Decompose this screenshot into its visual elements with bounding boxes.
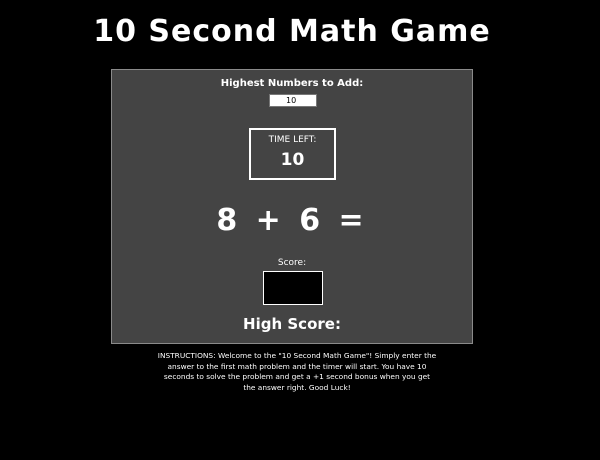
timer-box: TIME LEFT: 10 (249, 128, 336, 180)
game-page: 10 Second Math Game Highest Numbers to A… (0, 0, 600, 460)
score-label: Score: (277, 258, 307, 268)
answer-score-input[interactable] (263, 271, 323, 305)
high-score-label: High Score: (243, 315, 341, 333)
timer-label: TIME LEFT: (268, 135, 317, 145)
max-number-label: Highest Numbers to Add: (220, 78, 364, 89)
math-problem: 8 + 6 = (216, 203, 368, 238)
page-title: 10 Second Math Game (93, 14, 491, 49)
timer-value: 10 (280, 150, 305, 170)
game-panel: Highest Numbers to Add: TIME LEFT: 10 8 … (111, 69, 473, 344)
max-number-input[interactable] (269, 94, 317, 107)
instructions-text: INSTRUCTIONS: Welcome to the "10 Second … (157, 351, 437, 392)
